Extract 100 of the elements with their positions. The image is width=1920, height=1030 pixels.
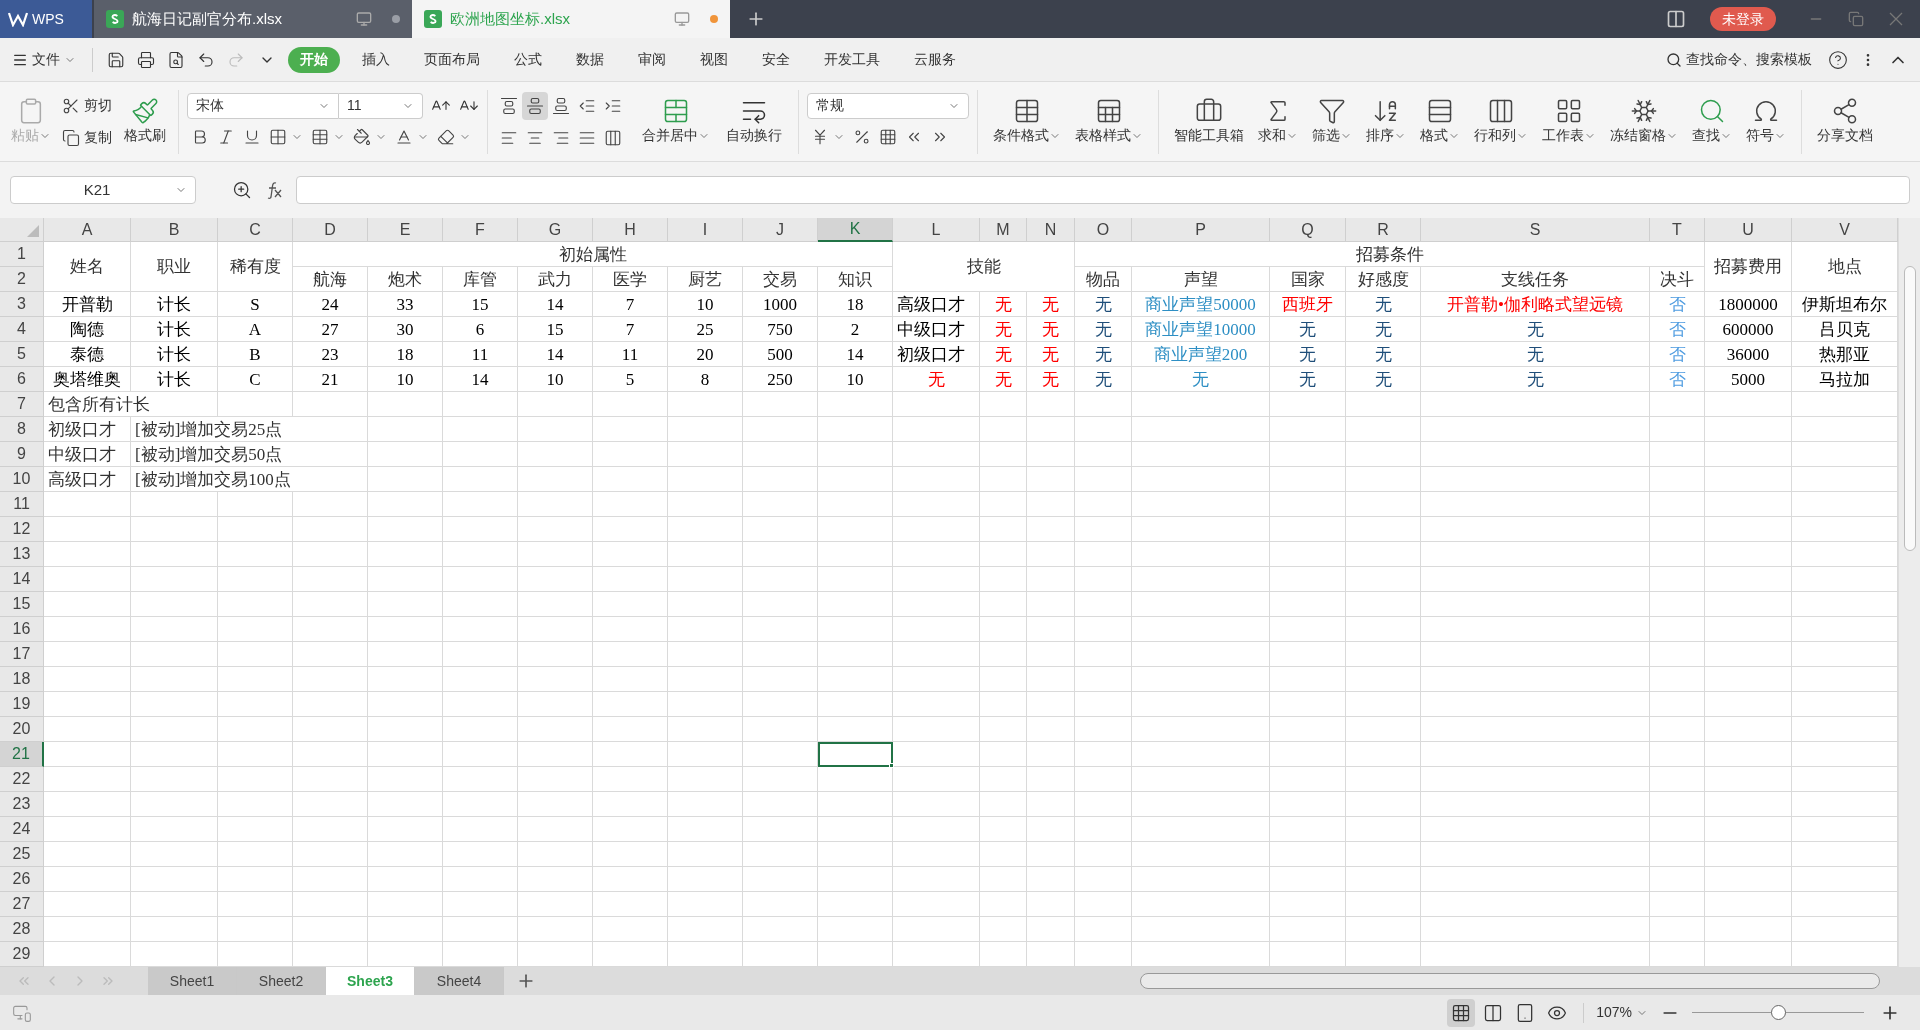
column-header[interactable]: D	[293, 218, 368, 242]
row-header[interactable]: 21	[0, 742, 44, 767]
zoom-icon[interactable]	[232, 180, 252, 200]
sheet-tab[interactable]: Sheet2	[237, 967, 326, 995]
row-header[interactable]: 8	[0, 417, 44, 442]
normal-view-button[interactable]	[1447, 998, 1476, 1027]
row-header[interactable]: 27	[0, 892, 44, 917]
row-header[interactable]: 2	[0, 267, 44, 292]
row-header[interactable]: 29	[0, 942, 44, 967]
menu-tab[interactable]: 插入	[350, 46, 402, 73]
sheet-tab[interactable]: Sheet4	[415, 967, 504, 995]
menu-tab[interactable]: 公式	[502, 46, 554, 73]
column-header[interactable]: I	[668, 218, 743, 242]
row-header[interactable]: 3	[0, 292, 44, 317]
column-header[interactable]: O	[1075, 218, 1132, 242]
row-header[interactable]: 12	[0, 517, 44, 542]
number-format-select[interactable]: 常规	[807, 92, 969, 119]
row-header[interactable]: 15	[0, 592, 44, 617]
column-header[interactable]: V	[1792, 218, 1898, 242]
column-header[interactable]: C	[218, 218, 293, 242]
row-header[interactable]: 16	[0, 617, 44, 642]
row-header[interactable]: 25	[0, 842, 44, 867]
menu-tab[interactable]: 页面布局	[412, 46, 492, 73]
ribbon-button[interactable]: 复制	[58, 123, 116, 152]
column-header[interactable]: U	[1705, 218, 1792, 242]
column-header[interactable]: T	[1650, 218, 1705, 242]
ribbon-button[interactable]: 求和	[1251, 88, 1305, 155]
row-header[interactable]: 22	[0, 767, 44, 792]
column-header[interactable]: L	[893, 218, 980, 242]
column-header[interactable]: K	[818, 218, 893, 242]
column-header[interactable]: Q	[1270, 218, 1346, 242]
column-header[interactable]: B	[131, 218, 218, 242]
command-search[interactable]: 查找命令、搜索模板	[1666, 49, 1812, 70]
ribbon-button[interactable]: 符号	[1739, 88, 1793, 155]
row-header[interactable]: 11	[0, 492, 44, 517]
column-header[interactable]: J	[743, 218, 818, 242]
wrap-text-button[interactable]: 自动换行	[718, 88, 790, 155]
menu-tab[interactable]: 数据	[564, 46, 616, 73]
row-header[interactable]: 14	[0, 567, 44, 592]
menu-tab[interactable]: 安全	[750, 46, 802, 73]
page-break-icon[interactable]	[1483, 1002, 1504, 1023]
active-cell[interactable]	[818, 742, 893, 767]
format-painter-button[interactable]: 格式刷	[120, 88, 170, 155]
font-size-select[interactable]: 11	[339, 92, 423, 119]
slider-thumb[interactable]	[1771, 1005, 1786, 1020]
row-header[interactable]: 17	[0, 642, 44, 667]
zoom-slider[interactable]	[1692, 1004, 1864, 1021]
column-header[interactable]: P	[1132, 218, 1270, 242]
ribbon-button[interactable]: 行和列	[1467, 88, 1535, 155]
row-header[interactable]: 19	[0, 692, 44, 717]
row-header[interactable]: 28	[0, 917, 44, 942]
column-header[interactable]: E	[368, 218, 443, 242]
undo-icon[interactable]	[197, 50, 215, 69]
app-tab[interactable]: WPS	[0, 0, 92, 38]
row-header[interactable]: 20	[0, 717, 44, 742]
help-icon[interactable]	[1828, 49, 1848, 70]
column-header[interactable]: N	[1027, 218, 1075, 242]
menu-tab[interactable]: 开发工具	[812, 46, 892, 73]
ribbon-button[interactable]: 格式	[1413, 88, 1467, 155]
column-header[interactable]: S	[1421, 218, 1650, 242]
preview-icon[interactable]	[167, 50, 185, 69]
sheet-tab[interactable]: Sheet1	[148, 967, 237, 995]
menu-tab[interactable]: 审阅	[626, 46, 678, 73]
row-header[interactable]: 5	[0, 342, 44, 367]
ribbon-button[interactable]: 查找	[1685, 88, 1739, 155]
row-header[interactable]: 18	[0, 667, 44, 692]
row-header[interactable]: 1	[0, 242, 44, 267]
ribbon-button[interactable]: 条件格式	[986, 88, 1068, 155]
column-header[interactable]: R	[1346, 218, 1421, 242]
menu-tab[interactable]: 云服务	[902, 46, 968, 73]
row-header[interactable]: 26	[0, 867, 44, 892]
zoom-level[interactable]: 107%	[1596, 1002, 1648, 1023]
formula-input[interactable]	[296, 176, 1910, 204]
ribbon-button[interactable]: 智能工具箱	[1167, 88, 1251, 155]
row-header[interactable]: 10	[0, 467, 44, 492]
row-header[interactable]: 9	[0, 442, 44, 467]
name-box[interactable]: K21	[10, 176, 196, 204]
file-menu[interactable]: 文件	[12, 49, 76, 70]
row-header[interactable]: 23	[0, 792, 44, 817]
ribbon-button[interactable]: 分享文档	[1810, 88, 1880, 155]
merge-center-button[interactable]: 合并居中	[634, 88, 718, 155]
font-family-select[interactable]: 宋体	[187, 92, 339, 119]
menu-tab[interactable]: 视图	[688, 46, 740, 73]
row-header[interactable]: 7	[0, 392, 44, 417]
print-icon[interactable]	[137, 50, 155, 69]
ribbon-button[interactable]: 表格样式	[1068, 88, 1150, 155]
column-header[interactable]: G	[518, 218, 593, 242]
row-header[interactable]: 6	[0, 367, 44, 392]
ribbon-button[interactable]: 冻结窗格	[1603, 88, 1685, 155]
column-header[interactable]: H	[593, 218, 668, 242]
row-header[interactable]: 4	[0, 317, 44, 342]
ribbon-button[interactable]: 工作表	[1535, 88, 1603, 155]
ribbon-button[interactable]: 排序	[1359, 88, 1413, 155]
column-header[interactable]: M	[980, 218, 1027, 242]
layout-icon[interactable]	[1666, 9, 1686, 29]
ribbon-button[interactable]: 剪切	[58, 91, 116, 120]
save-icon[interactable]	[107, 50, 125, 69]
column-header[interactable]: A	[44, 218, 131, 242]
row-header[interactable]: 13	[0, 542, 44, 567]
ribbon-button[interactable]: 筛选	[1305, 88, 1359, 155]
